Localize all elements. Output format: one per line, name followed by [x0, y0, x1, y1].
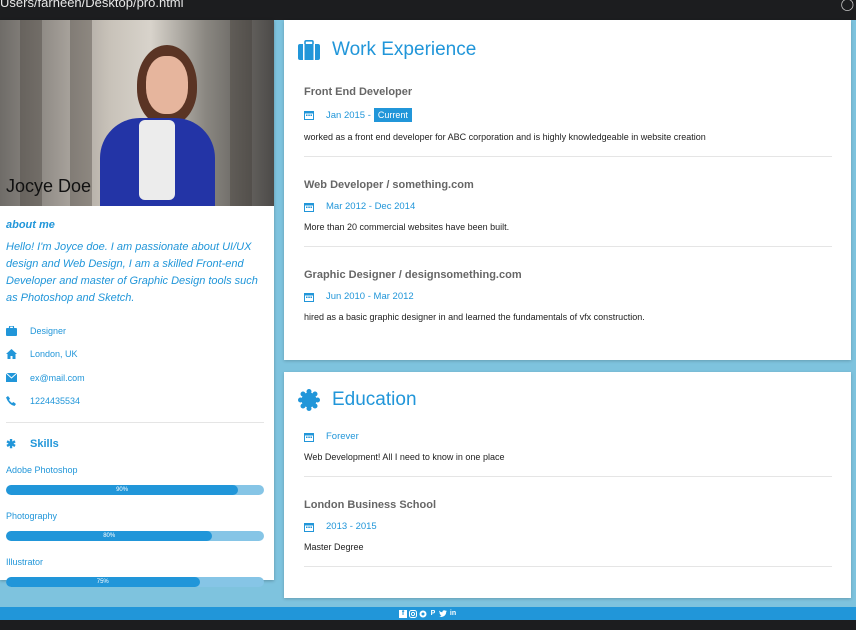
work-entry: Web Developer / something.com Mar 2012 -… — [304, 179, 832, 247]
info-occupation: Designer — [6, 319, 268, 343]
briefcase-icon — [6, 325, 30, 336]
skill-name: Photography — [6, 511, 58, 521]
entry-description: Master Degree — [304, 542, 364, 552]
skills-heading-label: Skills — [30, 438, 59, 450]
entry-date-text: Jan 2015 - — [326, 109, 371, 121]
phone-icon — [6, 396, 30, 407]
instagram-icon[interactable] — [409, 609, 417, 618]
education-heading: Education — [284, 389, 851, 411]
entry-date: Forever — [304, 431, 832, 442]
work-heading-label: Work Experience — [332, 39, 477, 60]
divider — [304, 156, 832, 157]
suitcase-icon — [298, 40, 332, 60]
info-text: ex@mail.com — [30, 372, 85, 383]
entry-date-text: Forever — [326, 431, 359, 442]
envelope-icon — [6, 373, 30, 383]
certificate-icon — [298, 389, 332, 411]
skill-bar: 90% — [6, 485, 264, 495]
entry-date-text: Jun 2010 - Mar 2012 — [326, 291, 414, 302]
info-text: Designer — [30, 325, 67, 336]
about-heading: about me — [6, 219, 55, 231]
divider — [304, 246, 832, 247]
entry-description: worked as a front end developer for ABC … — [304, 132, 706, 142]
calendar-icon — [304, 202, 326, 212]
facebook-icon[interactable]: f — [399, 609, 407, 618]
work-heading: Work Experience — [284, 39, 851, 61]
entry-description: Web Development! All I need to know in o… — [304, 452, 505, 462]
entry-date: 2013 - 2015 — [304, 521, 832, 532]
about-text: Hello! I'm Joyce doe. I am passionate ab… — [6, 241, 258, 304]
info-location: London, UK — [6, 343, 268, 367]
entry-title: Graphic Designer / designsomething.com — [304, 269, 522, 281]
calendar-icon — [304, 110, 326, 120]
entry-date: Jan 2015 - Current — [304, 108, 832, 122]
window-control-icon[interactable]: ◯ — [841, 0, 854, 10]
social-footer: f P in — [0, 607, 856, 620]
entry-title: Web Developer / something.com — [304, 179, 474, 191]
home-icon — [6, 349, 30, 360]
entry-title: London Business School — [304, 499, 437, 511]
skill-bar-fill: 80% — [6, 531, 213, 541]
twitter-icon[interactable] — [439, 609, 447, 618]
info-text: 1224435534 — [30, 396, 81, 407]
skill-name: Illustrator — [6, 557, 44, 567]
skill-bar: 75% — [6, 577, 264, 587]
education-entry: London Business School 2013 - 2015 Maste… — [304, 499, 832, 567]
info-text: London, UK — [30, 349, 78, 360]
calendar-icon — [304, 522, 326, 532]
skills-heading: ✱ Skills — [6, 437, 268, 451]
current-badge: Current — [373, 108, 412, 122]
entry-date: Jun 2010 - Mar 2012 — [304, 291, 832, 302]
skills-list: Adobe Photoshop 90% Photography 80% Illu… — [6, 465, 268, 587]
divider — [304, 566, 832, 567]
education-entry: Forever Web Development! All I need to k… — [304, 431, 832, 477]
snapchat-icon[interactable] — [419, 610, 427, 618]
education-card: Education Forever Web Development! All I… — [284, 372, 851, 598]
calendar-icon — [304, 432, 326, 442]
divider — [304, 476, 832, 477]
skill-bar-fill: 90% — [6, 485, 239, 495]
browser-title-bar: Users/farheen/Desktop/pro.html ◯ — [0, 0, 856, 20]
entry-date-text: 2013 - 2015 — [326, 521, 377, 532]
entry-date-text: Mar 2012 - Dec 2014 — [326, 201, 416, 212]
entry-date: Mar 2012 - Dec 2014 — [304, 201, 832, 212]
work-entry: Front End Developer Jan 2015 - Current w… — [304, 86, 832, 157]
divider — [6, 422, 264, 423]
entry-title: Front End Developer — [304, 86, 413, 98]
pinterest-icon[interactable]: P — [429, 610, 437, 618]
profile-photo: Jocye Doe — [0, 20, 274, 206]
work-experience-card: Work Experience Front End Developer Jan … — [284, 20, 851, 360]
file-path: Users/farheen/Desktop/pro.html — [0, 0, 184, 10]
info-email[interactable]: ex@mail.com — [6, 366, 268, 390]
skill-bar-fill: 75% — [6, 577, 200, 587]
contact-info: Designer London, UK ex@mail.com 12244355… — [6, 319, 268, 413]
work-entry: Graphic Designer / designsomething.com J… — [304, 269, 832, 322]
linkedin-icon[interactable]: in — [449, 610, 457, 618]
asterisk-icon: ✱ — [6, 437, 17, 451]
taskbar — [0, 620, 856, 630]
entry-description: hired as a basic graphic designer in and… — [304, 312, 645, 322]
profile-name: Jocye Doe — [6, 176, 92, 196]
education-heading-label: Education — [332, 389, 417, 410]
profile-sidebar: Jocye Doe about me Hello! I'm Joyce doe.… — [0, 20, 274, 587]
skill-name: Adobe Photoshop — [6, 465, 78, 475]
skill-bar: 80% — [6, 531, 264, 541]
entry-description: More than 20 commercial websites have be… — [304, 222, 510, 232]
calendar-icon — [304, 292, 326, 302]
info-phone[interactable]: 1224435534 — [6, 390, 268, 414]
